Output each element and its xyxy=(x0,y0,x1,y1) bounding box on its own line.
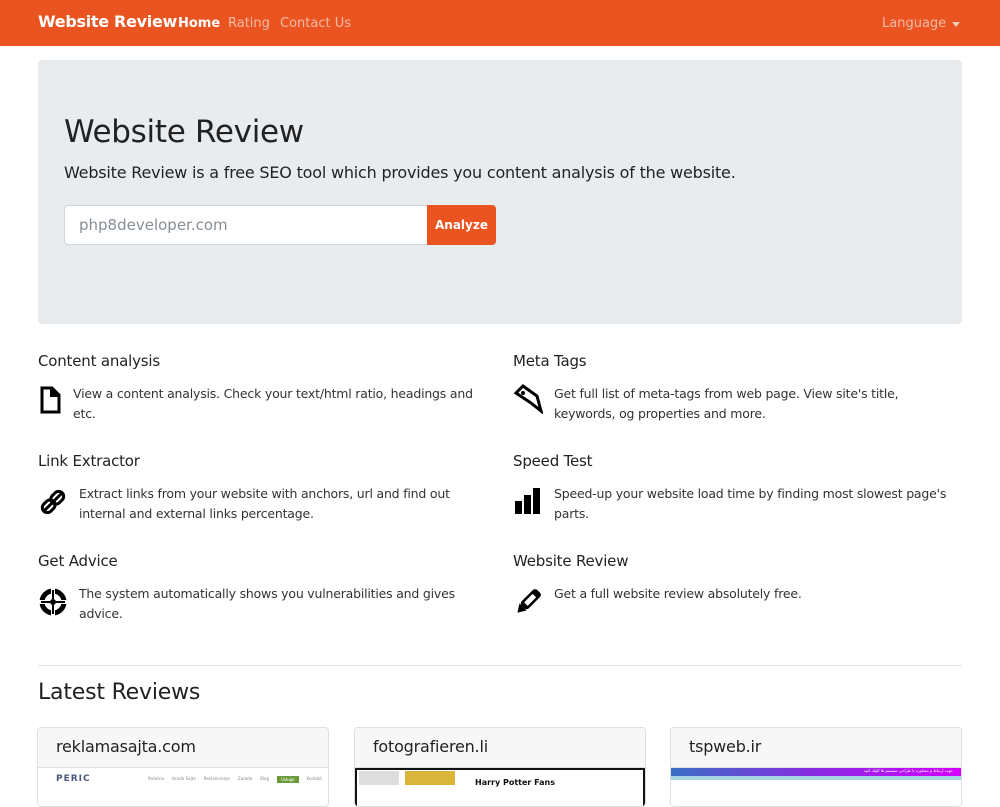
feature-website-review: Website Review Get a full website review… xyxy=(513,552,963,613)
feature-title: Website Review xyxy=(513,552,629,570)
feature-title: Speed Test xyxy=(513,452,593,470)
thumbnail-image xyxy=(405,771,455,785)
site-thumbnail[interactable]: Harry Potter Fans xyxy=(355,768,645,806)
site-thumbnail[interactable]: جهت ارتباط و مشاوره با طراحی سیستم ها کل… xyxy=(671,768,961,806)
feature-meta-tags: Meta Tags Get full list of meta-tags fro… xyxy=(513,352,963,424)
feature-description: Extract links from your website with anc… xyxy=(79,486,450,521)
thumbnail-nav-item: Zarada xyxy=(237,776,253,781)
feature-title: Get Advice xyxy=(38,552,118,570)
review-card-domain[interactable]: fotografieren.li xyxy=(355,728,645,768)
review-card-domain[interactable]: tspweb.ir xyxy=(671,728,961,768)
thumbnail-image xyxy=(359,771,399,785)
language-label: Language xyxy=(882,16,947,31)
hero-lead: Website Review is a free SEO tool which … xyxy=(64,163,736,182)
thumbnail-banner-text: جهت ارتباط و مشاوره با طراحی سیستم ها کل… xyxy=(863,768,953,773)
nav-rating[interactable]: Rating xyxy=(228,16,270,31)
thumbnail-nav-item: Reklamiranje xyxy=(203,776,230,781)
thumbnail-nav-item: Izrada Sajta xyxy=(171,776,196,781)
language-dropdown[interactable]: Language xyxy=(882,16,961,31)
signal-bars-icon xyxy=(515,488,540,514)
thumbnail-nav-item: Usluge xyxy=(276,776,299,783)
thumbnail-nav-item: Početna xyxy=(148,776,164,781)
feature-title: Link Extractor xyxy=(38,452,140,470)
nav-home[interactable]: Home xyxy=(178,16,220,31)
crosshair-icon xyxy=(38,587,68,617)
hero-title: Website Review xyxy=(64,114,304,150)
site-thumbnail[interactable]: PERIC Početna Izrada Sajta Reklamiranje … xyxy=(38,768,328,806)
pencil-icon xyxy=(517,589,541,613)
feature-description: The system automatically shows you vulne… xyxy=(79,586,455,621)
feature-title: Content analysis xyxy=(38,352,160,370)
thumbnail-banner: جهت ارتباط و مشاوره با طراحی سیستم ها کل… xyxy=(671,768,961,776)
brand-link[interactable]: Website Review xyxy=(38,12,177,31)
file-icon xyxy=(40,386,61,414)
thumbnail-logo: PERIC xyxy=(56,774,91,784)
top-navbar: Website Review Home Rating Contact Us La… xyxy=(0,0,1000,46)
feature-description: Speed-up your website load time by findi… xyxy=(554,486,947,521)
feature-description: Get a full website review absolutely fre… xyxy=(554,586,802,601)
hero-jumbotron: Website Review Website Review is a free … xyxy=(38,60,962,324)
feature-description: Get full list of meta-tags from web page… xyxy=(554,386,899,421)
review-card[interactable]: tspweb.ir جهت ارتباط و مشاوره با طراحی س… xyxy=(670,727,962,807)
review-card[interactable]: reklamasajta.com PERIC Početna Izrada Sa… xyxy=(37,727,329,807)
analyze-form: Analyze xyxy=(64,205,496,245)
link-icon xyxy=(40,489,66,515)
nav-contact-us[interactable]: Contact Us xyxy=(280,16,351,31)
thumbnail-nav: Početna Izrada Sajta Reklamiranje Zarada… xyxy=(148,776,322,783)
feature-get-advice: Get Advice The system automatically show… xyxy=(38,552,488,624)
thumbnail-headline: Harry Potter Fans xyxy=(475,778,555,787)
feature-title: Meta Tags xyxy=(513,352,587,370)
feature-speed-test: Speed Test Speed-up your website load ti… xyxy=(513,452,963,524)
thumbnail-nav-item: Blog xyxy=(260,776,269,781)
thumbnail-nav-item: Kontakt xyxy=(306,776,322,781)
feature-description: View a content analysis. Check your text… xyxy=(73,386,473,421)
latest-reviews-title: Latest Reviews xyxy=(38,680,201,705)
caret-down-icon xyxy=(952,21,961,27)
analyze-button[interactable]: Analyze xyxy=(427,205,496,245)
section-divider xyxy=(38,665,962,666)
feature-content-analysis: Content analysis View a content analysis… xyxy=(38,352,488,424)
review-card-domain[interactable]: reklamasajta.com xyxy=(38,728,328,768)
domain-input[interactable] xyxy=(64,205,427,245)
review-card[interactable]: fotografieren.li Harry Potter Fans xyxy=(354,727,646,807)
thumbnail-subbar xyxy=(671,776,961,780)
tag-icon xyxy=(513,384,543,414)
feature-link-extractor: Link Extractor Extract links from your w… xyxy=(38,452,488,524)
